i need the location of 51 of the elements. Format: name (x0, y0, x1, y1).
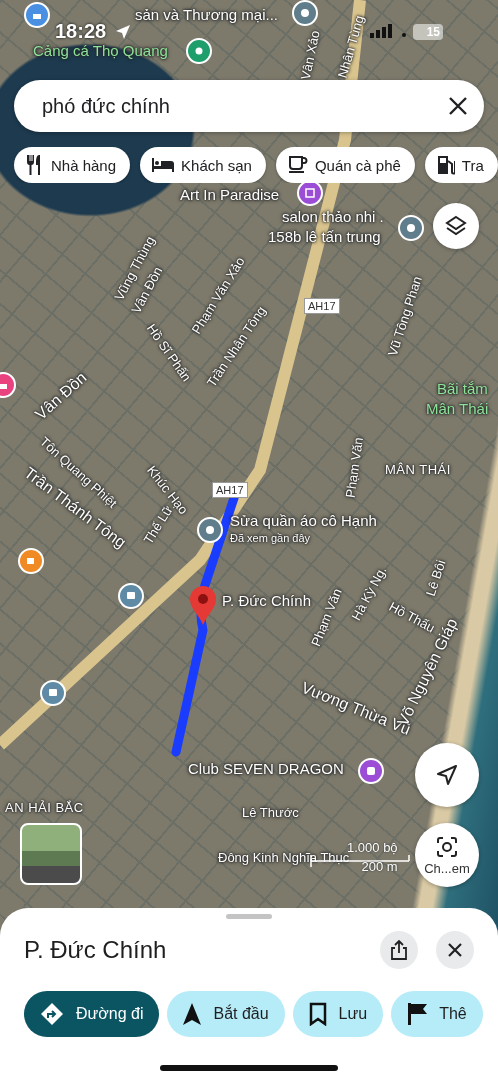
action-button[interactable]: Bắt đầu (167, 991, 285, 1037)
location-arrow-icon (115, 24, 131, 40)
place-title: P. Đức Chính (24, 936, 168, 964)
layers-icon (444, 214, 468, 238)
drag-handle[interactable] (226, 914, 272, 919)
map-label: Đã xem gần đây (230, 532, 311, 544)
fuel-pump-icon (436, 155, 455, 175)
category-chip[interactable]: Quán cà phê (275, 147, 415, 183)
share-button[interactable] (380, 931, 418, 969)
map-label[interactable]: P. Đức Chính (222, 592, 311, 609)
flag-icon (407, 1003, 428, 1025)
street-label: Vũ Tông Phan (384, 274, 425, 358)
map-label: Mân Thái (426, 400, 489, 417)
status-time: 18:28 (55, 20, 107, 43)
navigation-arrow-icon (435, 763, 459, 787)
street-label: Vân Đồn (32, 368, 91, 424)
street-label: Phạm Văn (342, 436, 366, 499)
bookmark-icon (308, 1002, 327, 1026)
street-label: Lê Thước (242, 805, 299, 820)
close-icon[interactable] (448, 96, 468, 116)
street-label: Nhân Tùng (334, 13, 367, 80)
map-label: Bãi tắm (437, 380, 488, 397)
road-shield: AH17 (212, 482, 248, 498)
close-button[interactable] (436, 931, 474, 969)
map-label: AN HẢI BẮC (5, 800, 84, 815)
map-label[interactable]: Art In Paradise (180, 186, 280, 203)
map-label[interactable]: Club SEVEN DRAGON (188, 760, 344, 777)
street-label: Vân Xảo (297, 29, 323, 82)
action-button[interactable]: Thê (391, 991, 483, 1037)
close-icon (447, 942, 463, 958)
cup-icon (287, 156, 308, 174)
map-label: Cảng cá Thọ Quang (33, 42, 168, 59)
bed-icon (152, 158, 175, 172)
action-button[interactable]: Đường đi (24, 991, 160, 1037)
navigation-arrow-icon (183, 1003, 202, 1025)
category-chip[interactable]: Nhà hàng (14, 147, 131, 183)
scale-label: 200 m (360, 859, 399, 874)
camera-frame-icon (435, 834, 459, 859)
street-view-thumbnail[interactable] (20, 823, 82, 885)
road-shield: AH17 (304, 298, 340, 314)
share-icon (390, 940, 408, 960)
search-field[interactable]: phó đức chính (14, 80, 484, 132)
category-chip[interactable]: Khách sạn (140, 147, 266, 183)
action-button[interactable]: Lưu (292, 991, 384, 1037)
street-label: Lê Bôi (422, 558, 449, 598)
battery-indicator: 15 (413, 24, 443, 40)
map-label: MÂN THÁI (385, 462, 451, 477)
map-label[interactable]: sản và Thương mại... (135, 6, 278, 23)
directions-icon (40, 1002, 64, 1026)
scale-label: 1.000 bộ (347, 840, 399, 855)
map-label[interactable]: Sửa quần áo cô Hạnh (230, 512, 377, 529)
